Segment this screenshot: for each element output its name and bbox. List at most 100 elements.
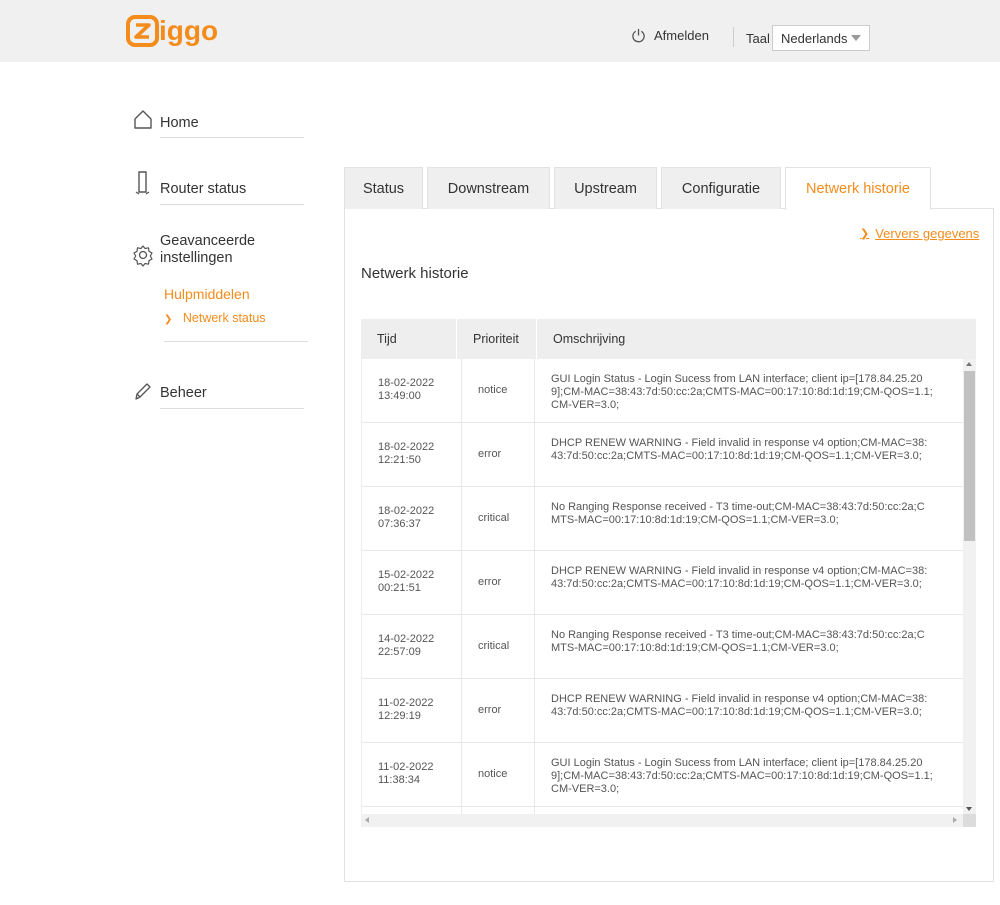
cell-date: 11-02-2022 xyxy=(378,697,434,709)
cell-description: GUI Login Status - Login Sucess from LAN… xyxy=(551,757,933,795)
scroll-up-icon[interactable] xyxy=(966,362,972,366)
cell-time: 18-02-2022 07:36:37 xyxy=(362,487,462,550)
sidebar-item-manage[interactable]: Beheer xyxy=(132,380,207,406)
cell-description: DHCP RENEW WARNING - Field invalid in re… xyxy=(551,437,928,462)
logout-button[interactable]: Afmelden xyxy=(631,28,709,43)
sidebar-divider xyxy=(164,341,308,342)
table-header: Tijd Prioriteit Omschrijving xyxy=(361,319,976,359)
language-value: Nederlands xyxy=(781,30,848,46)
tab-upstream[interactable]: Upstream xyxy=(554,167,657,209)
logout-label: Afmelden xyxy=(654,28,709,43)
tab-status[interactable]: Status xyxy=(344,167,423,209)
cell-time: 15-02-2022 00:21:51 xyxy=(362,551,462,614)
sidebar-subitem-tools[interactable]: Hulpmiddelen xyxy=(164,286,250,302)
network-status-label: Netwerk status xyxy=(182,311,266,325)
cell-description: DHCP RENEW WARNING - Field invalid in re… xyxy=(551,693,928,718)
column-header-description[interactable]: Omschrijving xyxy=(537,319,976,359)
cell-time: 14-02-2022 22:57:09 xyxy=(362,615,462,678)
svg-text:iggo: iggo xyxy=(159,15,218,46)
cell-clock: 07:36:37 xyxy=(378,518,421,530)
horizontal-scrollbar[interactable] xyxy=(361,814,976,827)
scrollbar-thumb[interactable] xyxy=(964,371,975,541)
sidebar-subitem-network-status[interactable]: ❯ Netwerk status xyxy=(164,311,266,325)
gear-icon xyxy=(133,245,153,267)
sidebar-item-advanced-settings[interactable]: Geavanceerde instellingen xyxy=(132,233,255,269)
tab-configuration[interactable]: Configuratie xyxy=(661,167,781,209)
cell-time: 18-02-2022 12:21:50 xyxy=(362,423,462,486)
cell-priority: critical xyxy=(462,615,535,678)
cell-clock: 22:57:09 xyxy=(378,646,421,658)
table-row: 15-02-2022 00:21:51 error DHCP RENEW WARN… xyxy=(362,551,963,615)
language-label: Taal xyxy=(746,31,770,46)
cell-date: 18-02-2022 xyxy=(378,441,435,453)
cell-clock: 13:49:00 xyxy=(378,390,421,402)
scroll-left-icon[interactable] xyxy=(365,817,369,823)
cell-description: GUI Login Status - Login Sucess from LAN… xyxy=(551,373,933,411)
scroll-right-icon[interactable] xyxy=(953,817,957,823)
chevron-right-icon: ❯ xyxy=(164,314,173,325)
cell-time: 18-02-2022 13:49:00 xyxy=(362,359,462,422)
scroll-down-icon[interactable] xyxy=(966,807,972,811)
sidebar-label-home: Home xyxy=(160,115,199,131)
cell-priority xyxy=(462,807,535,814)
ziggo-logo[interactable]: iggo xyxy=(126,14,220,48)
table-row xyxy=(362,807,963,814)
power-icon xyxy=(632,28,645,43)
table-row: 14-02-2022 22:57:09 critical No Ranging R… xyxy=(362,615,963,679)
cell-priority: error xyxy=(462,423,535,486)
sidebar-divider xyxy=(160,137,304,138)
cell-time xyxy=(362,807,462,814)
cell-priority: error xyxy=(462,551,535,614)
top-header: iggo Afmelden Taal Nederlands xyxy=(0,0,1000,62)
cell-date: 11-02-2022 xyxy=(378,761,434,773)
pencil-icon xyxy=(135,383,151,400)
sidebar-divider xyxy=(160,204,304,205)
scrollbar-corner xyxy=(963,814,976,827)
cell-description: No Ranging Response received - T3 time-o… xyxy=(551,629,925,654)
sidebar-item-home[interactable]: Home xyxy=(132,109,199,135)
column-header-priority[interactable]: Prioriteit xyxy=(457,319,537,359)
cell-time: 11-02-2022 12:29:19 xyxy=(362,679,462,742)
tab-downstream[interactable]: Downstream xyxy=(427,167,550,209)
sidebar-label-manage: Beheer xyxy=(160,385,207,401)
cell-description: DHCP RENEW WARNING - Field invalid in re… xyxy=(551,565,928,590)
sidebar-label-advanced-2: instellingen xyxy=(160,250,233,266)
tab-network-history[interactable]: Netwerk historie xyxy=(785,167,931,210)
refresh-label: Ververs gegevens xyxy=(875,226,980,241)
cell-clock: 12:29:19 xyxy=(378,710,421,722)
vertical-scrollbar[interactable] xyxy=(963,359,976,814)
table-row: 18-02-2022 12:21:50 error DHCP RENEW WARN… xyxy=(362,423,963,487)
cell-clock: 12:21:50 xyxy=(378,454,421,466)
refresh-data-link[interactable]: ❯ Ververs gegevens xyxy=(860,226,979,241)
page-title: Netwerk historie xyxy=(361,265,469,282)
chevron-right-icon: ❯ xyxy=(860,228,870,240)
table-row: 18-02-2022 13:49:00 notice GUI Login Stat… xyxy=(362,359,963,423)
sidebar-divider xyxy=(160,408,304,409)
cell-priority: critical xyxy=(462,487,535,550)
cell-date: 15-02-2022 xyxy=(378,569,435,581)
sidebar-label-router-status: Router status xyxy=(160,181,247,197)
caret-down-icon xyxy=(851,35,861,41)
table-row: 11-02-2022 11:38:34 notice GUI Login Stat… xyxy=(362,743,963,807)
cell-date: 18-02-2022 xyxy=(378,505,435,517)
cell-priority: error xyxy=(462,679,535,742)
table-row: 18-02-2022 07:36:37 critical No Ranging R… xyxy=(362,487,963,551)
cell-description: No Ranging Response received - T3 time-o… xyxy=(551,501,925,526)
history-table-body[interactable]: 18-02-2022 13:49:00 notice GUI Login Stat… xyxy=(361,359,963,814)
cell-date: 18-02-2022 xyxy=(378,377,435,389)
cell-clock: 00:21:51 xyxy=(378,582,421,594)
cell-time: 11-02-2022 11:38:34 xyxy=(362,743,462,806)
cell-clock: 11:38:34 xyxy=(378,774,421,786)
home-icon xyxy=(134,110,152,129)
router-icon xyxy=(135,171,150,195)
header-divider xyxy=(733,27,734,47)
column-header-time[interactable]: Tijd xyxy=(361,319,457,359)
cell-priority: notice xyxy=(462,359,535,422)
cell-date: 14-02-2022 xyxy=(378,633,435,645)
sidebar-item-router-status[interactable]: Router status xyxy=(132,170,246,198)
cell-description xyxy=(535,807,963,814)
cell-priority: notice xyxy=(462,743,535,806)
language-select[interactable]: Nederlands xyxy=(772,25,870,51)
table-row: 11-02-2022 12:29:19 error DHCP RENEW WARN… xyxy=(362,679,963,743)
sidebar-label-advanced-1: Geavanceerde xyxy=(160,233,256,249)
